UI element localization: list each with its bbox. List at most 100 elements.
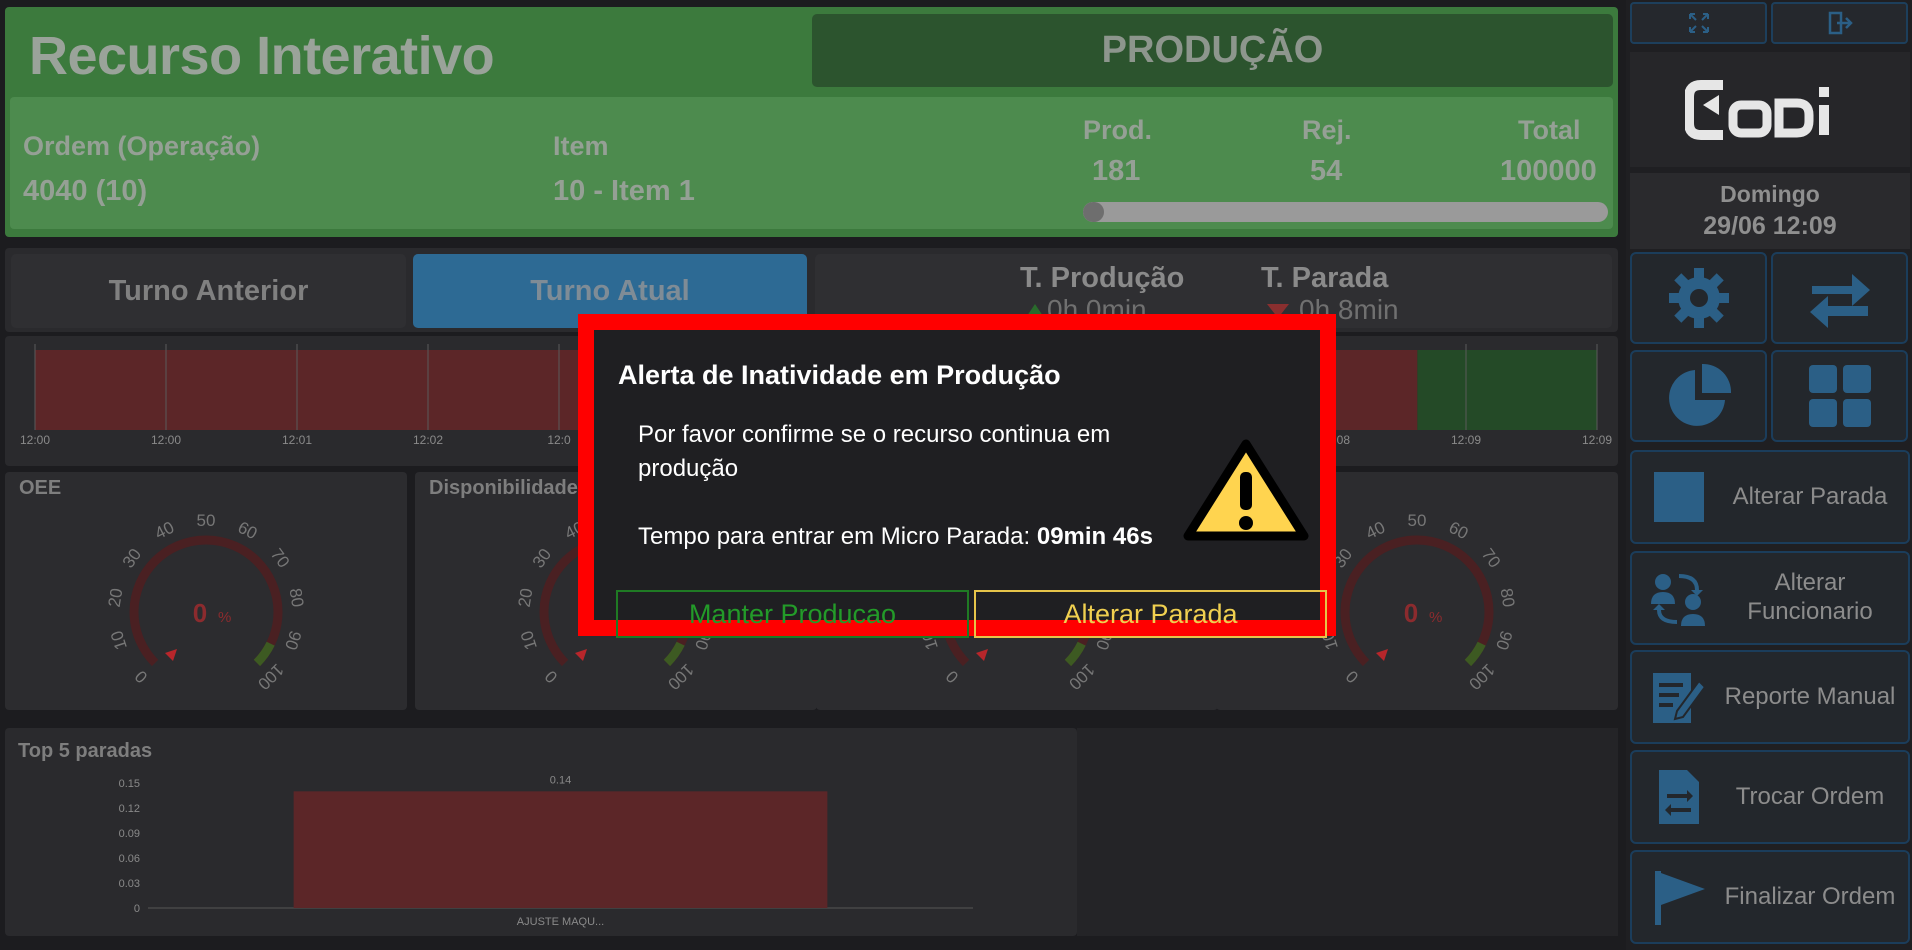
timeline-tick-label: 12:02 <box>413 433 443 447</box>
fullscreen-button[interactable] <box>1630 2 1767 44</box>
dashboard-button[interactable] <box>1771 350 1908 442</box>
y-tick-label: 0.15 <box>119 778 140 790</box>
gauge-scale-label: 30 <box>119 545 145 571</box>
app-title: Recurso Interativo <box>29 26 495 86</box>
change-employee-button[interactable]: Alterar Funcionario <box>1630 551 1910 645</box>
oee-gauge: 010203040 50 607080901000% <box>105 511 308 693</box>
countdown-label: Tempo para entrar em Micro Parada: <box>638 523 1031 550</box>
timeline-tick-label: 12:09 <box>1582 433 1612 447</box>
y-tick-label: 0.06 <box>119 853 140 865</box>
production-header: Recurso Interativo PRODUÇÃO Ordem (Opera… <box>5 7 1618 237</box>
grid-icon <box>1808 365 1871 427</box>
switch-resource-button[interactable] <box>1771 252 1908 344</box>
dialog-title: Alerta de Inatividade em Produção <box>618 360 1061 390</box>
warning-icon <box>1183 439 1309 541</box>
y-tick-label: 0.09 <box>119 828 140 840</box>
gauge-green-band <box>1064 641 1086 667</box>
fullscreen-icon <box>1688 13 1709 33</box>
gauge-scale-label: 0 <box>131 667 151 687</box>
gauge-scale-label: 80 <box>1497 587 1519 609</box>
tab-previous-shift[interactable]: Turno Anterior <box>11 254 406 328</box>
dialog-message: Por favor confirme se o recurso continua… <box>638 421 1111 482</box>
timeline-tick-label: 12:0 <box>547 433 571 447</box>
gauge-scale-label: 60 <box>235 518 260 544</box>
order-label: Ordem (Operação) <box>23 131 261 161</box>
item-label: Item <box>553 131 609 161</box>
gauge-scale-label: 60 <box>1446 518 1471 544</box>
timeline-tick-label: 12:09 <box>1451 433 1481 447</box>
y-tick-label: 0 <box>134 903 140 915</box>
swap-arrows-icon <box>1809 274 1870 328</box>
gauge-scale-label: 30 <box>529 545 555 571</box>
rej-label: Rej. <box>1302 115 1352 145</box>
reports-button[interactable] <box>1630 350 1767 442</box>
gauge-scale-label: 40 <box>1363 518 1388 544</box>
gauge-scale-label: 10 <box>107 628 131 652</box>
gauge-green-band <box>1464 641 1486 667</box>
edit-document-icon <box>1646 666 1712 728</box>
date-display: Domingo 29/06 12:09 <box>1630 173 1910 249</box>
gear-icon <box>1668 268 1729 328</box>
rej-value: 54 <box>1310 155 1343 187</box>
timeline-tick-label: 12:01 <box>282 433 312 447</box>
top5-title: Top 5 paradas <box>18 740 153 762</box>
prod-label: Prod. <box>1083 115 1153 145</box>
codi-logo <box>1685 79 1829 140</box>
user-swap-icon <box>1646 567 1712 629</box>
production-segment <box>1417 350 1597 430</box>
gauge-scale-label: 70 <box>1478 545 1504 571</box>
weekday: Domingo <box>1720 181 1820 207</box>
micro-stop-countdown: Tempo para entrar em Micro Parada: 09min… <box>638 523 1153 551</box>
change-stop-button[interactable]: Alterar Parada <box>1630 450 1910 544</box>
stop-time-label: T. Parada <box>1261 262 1389 294</box>
top5-chart: 0 0.03 0.06 0.09 0.12 0.15 0.14 AJUSTE MAQU... <box>119 774 973 928</box>
production-progress-fill <box>1083 202 1104 222</box>
gauge-green-band <box>253 641 275 667</box>
gauge-needle <box>1375 649 1388 662</box>
gauge-scale-label: 0 <box>942 667 962 687</box>
action-label: Trocar Ordem <box>1735 782 1885 810</box>
flag-icon <box>1646 866 1712 928</box>
gauge-scale-label: 80 <box>286 587 308 609</box>
timeline-tick-label: 12:00 <box>20 433 50 447</box>
file-swap-icon <box>1646 766 1712 828</box>
logout-icon <box>1828 11 1853 35</box>
change-stop-dialog-button[interactable]: Alterar Parada <box>974 590 1327 638</box>
total-value: 100000 <box>1500 155 1597 187</box>
gauge-scale-label: 70 <box>267 545 293 571</box>
action-label: Alterar Parada <box>1732 482 1888 510</box>
bar <box>293 791 828 908</box>
bar-data-label: 0.14 <box>550 774 571 786</box>
manual-report-button[interactable]: Reporte Manual <box>1630 650 1910 744</box>
gauge-needle <box>574 649 587 662</box>
keep-production-button[interactable]: Manter Producao <box>616 590 969 638</box>
gauge-scale-label: 40 <box>152 518 177 544</box>
production-time-label: T. Produção <box>1020 262 1185 294</box>
settings-button[interactable] <box>1630 252 1767 344</box>
item-value: 10 - Item 1 <box>553 175 695 207</box>
gauge-scale-label: 50 <box>1408 511 1427 530</box>
change-order-button[interactable]: Trocar Ordem <box>1630 750 1910 844</box>
top5-stops-panel: Top 5 paradas 0 0.03 0.06 0.09 0.12 0.15 0.14 A… <box>5 728 1077 936</box>
gauge-unit: % <box>1429 609 1442 626</box>
gauge-scale-label: 90 <box>1492 628 1516 652</box>
gauge-needle <box>975 649 988 662</box>
gauge-value: 0 <box>193 598 207 628</box>
empty-panel <box>1077 728 1618 936</box>
gauge-scale-label: 0 <box>541 667 561 687</box>
logout-button[interactable] <box>1771 2 1908 44</box>
action-label: Reporte Manual <box>1724 682 1896 710</box>
gauge-green-band <box>663 641 685 667</box>
pie-chart-icon <box>1668 363 1731 426</box>
gauge-unit: % <box>218 609 231 626</box>
category-label: AJUSTE MAQU... <box>517 916 604 928</box>
production-progress-bar <box>1083 202 1608 222</box>
gauge-scale-label: 50 <box>197 511 216 530</box>
app-root: Recurso Interativo PRODUÇÃO Ordem (Opera… <box>0 0 1912 950</box>
finish-order-button[interactable]: Finalizar Ordem <box>1630 850 1910 944</box>
gauge-scale-label: 0 <box>1342 667 1362 687</box>
timeline-tick-label: 12:00 <box>151 433 181 447</box>
gauge-scale-label: 90 <box>281 628 305 652</box>
gauge-value: 0 <box>1404 598 1418 628</box>
order-panel: Ordem (Operação) 4040 (10) Item 10 - Ite… <box>10 97 1613 229</box>
